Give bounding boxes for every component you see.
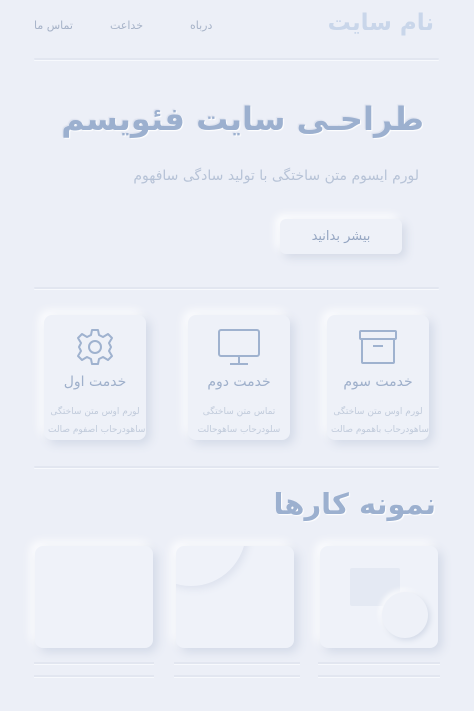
portfolio-caption-line: [34, 675, 154, 677]
service-desc-line: لورم اوس متن ساختگی: [333, 407, 423, 417]
nav-link-contact[interactable]: تماس ما: [34, 19, 73, 32]
service-card-third[interactable]: خدمت سوم لورم اوس متن ساختگی ساهودرحاب ب…: [327, 315, 429, 440]
service-card-first[interactable]: خدمت اول لورم اوس متن ساختگی ساهودرحاب ا…: [44, 315, 146, 440]
portfolio-item-1[interactable]: [35, 546, 153, 648]
hero-divider: [34, 287, 439, 289]
site-logo-text[interactable]: نام سایت: [328, 10, 434, 36]
nav-link-services[interactable]: خداعت: [110, 19, 143, 32]
portfolio-caption-line: [174, 675, 300, 677]
header-divider: [34, 58, 439, 60]
portfolio-item-3[interactable]: [320, 546, 438, 648]
service-desc-line: لورم اوس متن ساختگی: [50, 407, 140, 417]
portfolio-caption-line: [318, 675, 440, 677]
box-icon: [327, 327, 429, 367]
service-title: خدمت سوم: [343, 374, 413, 390]
decorative-shape: [176, 546, 246, 586]
service-card-second[interactable]: خدمت دوم تماس متن ساختگی سلودرحاب ساهوحا…: [188, 315, 290, 440]
service-title: خدمت اول: [63, 374, 127, 390]
monitor-icon: [188, 327, 290, 367]
hero-subtitle: لورم ایسوم متن ساختگی با تولید سادگی ساف…: [133, 168, 419, 184]
service-title: خدمت دوم: [207, 374, 271, 390]
service-desc-line: ساهودرحاب باهموم صالت: [331, 425, 429, 435]
learn-more-button[interactable]: بیشر بدانید: [280, 219, 402, 254]
service-description: لورم اوس متن ساختگی ساهودرحاب اصفوم صالت: [48, 403, 146, 439]
hero-title: طراحـی سایت فئویسم: [61, 100, 424, 138]
service-desc-line: تماس متن ساختگی: [202, 407, 276, 417]
image-placeholder-circle: [382, 592, 428, 638]
portfolio-title: نمونه کارها: [273, 487, 436, 521]
portfolio-caption-line: [318, 662, 440, 664]
portfolio-caption-line: [34, 662, 154, 664]
service-description: لورم اوس متن ساختگی ساهودرحاب باهموم صال…: [331, 403, 429, 439]
nav-link-about[interactable]: درباه: [190, 19, 212, 32]
service-desc-line: ساهودرحاب اصفوم صالت: [48, 425, 146, 435]
service-description: تماس متن ساختگی سلودرحاب ساهوحالت: [192, 403, 286, 439]
services-divider: [34, 466, 439, 468]
gear-icon: [44, 327, 146, 367]
portfolio-caption-line: [174, 662, 300, 664]
service-desc-line: سلودرحاب ساهوحالت: [197, 425, 281, 435]
portfolio-item-2[interactable]: [176, 546, 294, 648]
